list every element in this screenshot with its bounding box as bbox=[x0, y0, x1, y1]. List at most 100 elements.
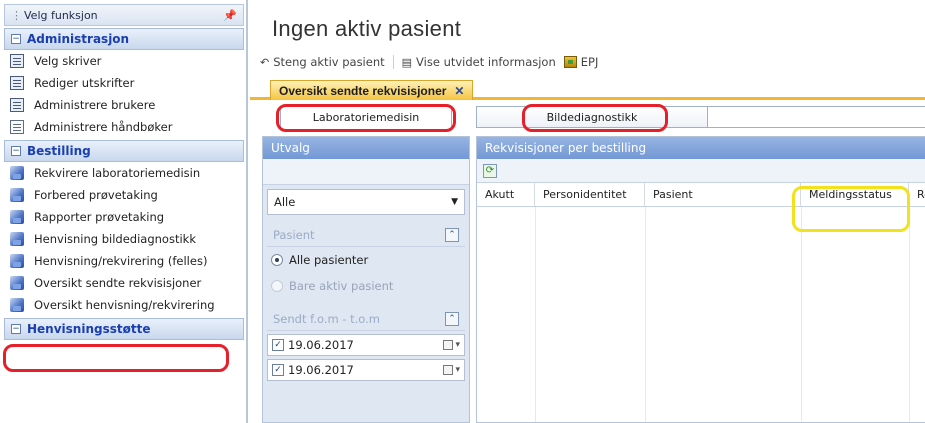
document-tab-strip: Oversikt sendte rekvisisjoner ✕ bbox=[250, 80, 925, 100]
sidebar-item-label: Velg skriver bbox=[34, 54, 102, 68]
filter-panel: Utvalg Alle ▼ Pasient ⌃ Alle pasienter B… bbox=[262, 136, 470, 423]
column-akutt[interactable]: Akutt bbox=[477, 183, 535, 206]
sidebar-item-label: Rekvirere laboratoriemedisin bbox=[34, 166, 201, 180]
grid-toolbar: ⟳ bbox=[477, 159, 925, 183]
sidebar-item-henvisning-rekvirering-felles[interactable]: Henvisning/rekvirering (felles) bbox=[10, 250, 246, 272]
section-label: Pasient bbox=[273, 227, 315, 242]
page-title: Ingen aktiv pasient bbox=[272, 16, 462, 41]
highlight-annotation bbox=[522, 104, 668, 132]
group-label: Administrasjon bbox=[27, 32, 130, 46]
show-info-label: Vise utvidet informasjon bbox=[416, 55, 556, 69]
group-administrasjon[interactable]: − Administrasjon bbox=[4, 28, 244, 50]
date-value: 19.06.2017 bbox=[288, 338, 354, 352]
grid-body bbox=[477, 207, 925, 422]
epj-button[interactable]: EPJ bbox=[563, 55, 599, 69]
document-icon bbox=[10, 54, 24, 68]
column-personidentitet[interactable]: Personidentitet bbox=[535, 183, 645, 206]
group-label: Bestilling bbox=[27, 144, 91, 158]
show-info-button[interactable]: ▤ Vise utvidet informasjon bbox=[402, 55, 556, 69]
sidebar-item-label: Rediger utskrifter bbox=[34, 76, 135, 90]
sidebar-panel: ⋮ Velg funksjon 📌 − Administrasjon Velg s… bbox=[0, 0, 248, 423]
epj-label: EPJ bbox=[580, 55, 599, 69]
radio-label: Bare aktiv pasient bbox=[289, 279, 394, 293]
select-value: Alle bbox=[274, 195, 296, 209]
radio-alle-pasienter[interactable]: Alle pasienter bbox=[271, 247, 469, 273]
filter-spacer bbox=[263, 159, 469, 185]
sidebar-item-rekvirere-laboratoriemedisin[interactable]: Rekvirere laboratoriemedisin bbox=[10, 162, 246, 184]
calendar-icon bbox=[443, 340, 454, 350]
date-to-field[interactable]: ✓ 19.06.2017 ▾ bbox=[267, 359, 465, 381]
refresh-icon[interactable]: ⟳ bbox=[483, 163, 497, 178]
tab-strip-filler bbox=[708, 106, 925, 128]
lab-icon bbox=[10, 232, 24, 246]
collapse-up-icon[interactable]: ⌃ bbox=[445, 227, 459, 242]
column-re[interactable]: Re bbox=[909, 183, 925, 206]
sidebar-item-administrere-brukere[interactable]: Administrere brukere bbox=[10, 94, 246, 116]
lab-icon bbox=[10, 276, 24, 290]
group-bestilling[interactable]: − Bestilling bbox=[4, 140, 244, 162]
sidebar-item-label: Oversikt sendte rekvisisjoner bbox=[34, 276, 202, 290]
calendar-dropdown[interactable]: ▾ bbox=[443, 365, 460, 375]
sidebar-item-velg-skriver[interactable]: Velg skriver bbox=[10, 50, 246, 72]
column-pasient[interactable]: Pasient bbox=[645, 183, 801, 206]
date-from-field[interactable]: ✓ 19.06.2017 ▾ bbox=[267, 334, 465, 356]
sidebar-item-administrere-handboker[interactable]: Administrere håndbøker bbox=[10, 116, 246, 138]
sidebar-item-label: Forbered prøvetaking bbox=[34, 188, 158, 202]
close-icon[interactable]: ✕ bbox=[454, 84, 464, 98]
radio-bare-aktiv-pasient[interactable]: Bare aktiv pasient bbox=[271, 273, 469, 299]
sidebar-item-henvisning-bildediagnostikk[interactable]: Henvisning bildediagnostikk bbox=[10, 228, 246, 250]
document-icon bbox=[10, 76, 24, 90]
grid-header: Rekvisisjoner per bestilling bbox=[477, 137, 925, 159]
sent-section-header: Sendt f.o.m - t.o.m ⌃ bbox=[267, 307, 465, 331]
highlight-annotation bbox=[276, 104, 456, 132]
close-patient-button[interactable]: ↶ Steng aktiv pasient bbox=[260, 55, 385, 69]
collapse-up-icon[interactable]: ⌃ bbox=[445, 311, 459, 326]
column-divider bbox=[645, 207, 646, 422]
toolbar-divider bbox=[392, 55, 394, 69]
sidebar-item-rapporter-provetaking[interactable]: Rapporter prøvetaking bbox=[10, 206, 246, 228]
radio-icon[interactable] bbox=[271, 280, 283, 292]
collapse-icon[interactable]: − bbox=[11, 146, 21, 156]
sidebar-item-oversikt-henvisning-rekvirering[interactable]: Oversikt henvisning/rekvirering bbox=[10, 294, 246, 316]
calendar-dropdown[interactable]: ▾ bbox=[443, 340, 460, 350]
sidebar-item-label: Oversikt henvisning/rekvirering bbox=[34, 298, 215, 312]
group-henvisningsstotte[interactable]: − Henvisningsstøtte bbox=[4, 318, 244, 340]
lab-icon bbox=[10, 254, 24, 268]
filter-select[interactable]: Alle ▼ bbox=[267, 189, 465, 215]
main-area: Ingen aktiv pasient ↶ Steng aktiv pasien… bbox=[250, 0, 925, 423]
filter-header: Utvalg bbox=[263, 137, 469, 159]
lab-icon bbox=[10, 166, 24, 180]
epj-icon bbox=[563, 56, 577, 68]
column-divider bbox=[801, 207, 802, 422]
sidebar-item-rediger-utskrifter[interactable]: Rediger utskrifter bbox=[10, 72, 246, 94]
radio-icon[interactable] bbox=[271, 254, 283, 266]
requisition-grid: Rekvisisjoner per bestilling ⟳ Akutt Per… bbox=[476, 136, 925, 423]
lab-icon bbox=[10, 210, 24, 224]
lab-icon bbox=[10, 298, 24, 312]
sidebar-item-forbered-provetaking[interactable]: Forbered prøvetaking bbox=[10, 184, 246, 206]
checkbox-icon[interactable]: ✓ bbox=[272, 364, 284, 376]
lab-icon bbox=[10, 188, 24, 202]
close-patient-label: Steng aktiv pasient bbox=[273, 55, 385, 69]
tab-oversikt-sendte-rekvisisjoner[interactable]: Oversikt sendte rekvisisjoner ✕ bbox=[270, 80, 474, 100]
sidebar-item-label: Henvisning bildediagnostikk bbox=[34, 232, 196, 246]
collapse-icon[interactable]: − bbox=[11, 34, 21, 44]
group-label: Henvisningsstøtte bbox=[27, 322, 151, 336]
checkbox-icon[interactable]: ✓ bbox=[272, 339, 284, 351]
sidebar-item-oversikt-sendte-rekvisisjoner[interactable]: Oversikt sendte rekvisisjoner bbox=[10, 272, 246, 294]
section-label: Sendt f.o.m - t.o.m bbox=[273, 311, 381, 326]
column-divider bbox=[535, 207, 536, 422]
sidebar-item-label: Henvisning/rekvirering (felles) bbox=[34, 254, 208, 268]
collapse-icon[interactable]: − bbox=[11, 324, 21, 334]
radio-label: Alle pasienter bbox=[289, 253, 369, 267]
pin-icon[interactable]: 📌 bbox=[223, 9, 237, 22]
grip-icon[interactable]: ⋮ bbox=[11, 9, 22, 22]
dropdown-arrow-icon[interactable]: ▼ bbox=[451, 197, 458, 207]
sidebar-item-label: Administrere brukere bbox=[34, 98, 156, 112]
undo-icon: ↶ bbox=[260, 55, 270, 69]
tab-label: Oversikt sendte rekvisisjoner bbox=[279, 83, 447, 98]
column-divider bbox=[909, 207, 910, 422]
toolbar: ↶ Steng aktiv pasient ▤ Vise utvidet inf… bbox=[250, 50, 925, 74]
highlight-annotation bbox=[3, 344, 229, 372]
info-card-icon: ▤ bbox=[401, 55, 413, 69]
